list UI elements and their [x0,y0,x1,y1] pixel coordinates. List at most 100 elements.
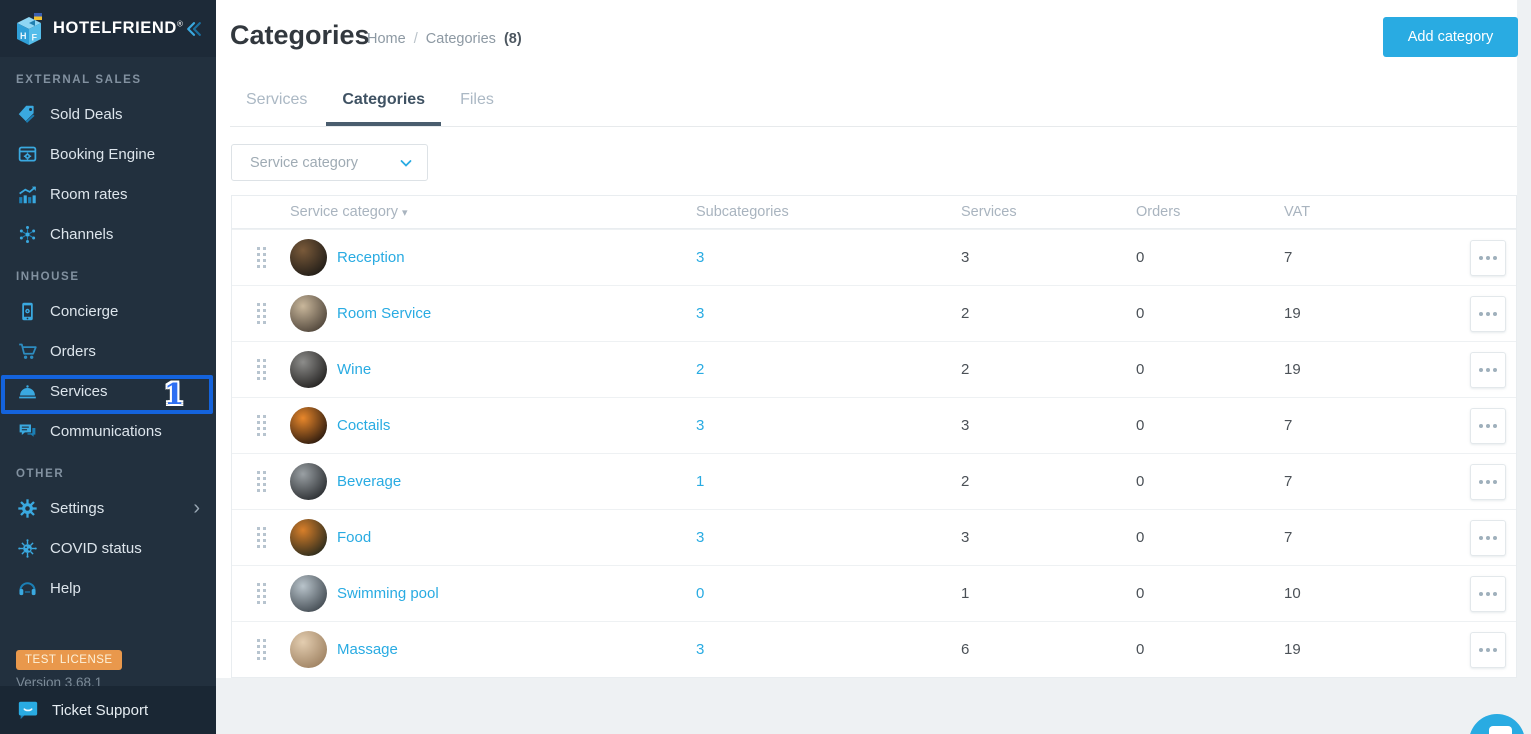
chevron-down-icon [399,156,413,170]
sidebar-item-covid-status[interactable]: COVID status [0,528,216,568]
logo-bar: H F HOTELFRIEND® [0,0,216,57]
sidebar-item-label: Sold Deals [50,105,123,123]
vat-value: 19 [1284,361,1301,378]
row-actions-ellipsis-button[interactable] [1470,295,1506,332]
table-row: Swimming pool 0 1 0 10 [232,565,1516,621]
subcategories-count-link[interactable]: 3 [696,529,961,546]
breadcrumb-separator: / [413,31,418,47]
page-title: Categories [230,20,370,50]
tab-bar: Services Categories Files [230,82,513,126]
drag-handle[interactable] [253,467,270,496]
vat-value: 19 [1284,641,1301,658]
ticket-support-label: Ticket Support [52,701,149,719]
orders-count: 0 [1136,529,1145,546]
sidebar-item-communications[interactable]: Communications [0,411,216,451]
category-avatar [290,463,327,500]
table-row: Massage 3 6 0 19 [232,621,1516,677]
sidebar: H F HOTELFRIEND® EXTERNAL SALES Sold Dea… [0,0,216,734]
sidebar-nav: EXTERNAL SALES Sold Deals Booking Engine… [0,74,216,608]
sidebar-item-label: Booking Engine [50,145,156,163]
category-avatar [290,575,327,612]
drag-handle[interactable] [253,243,270,272]
drag-handle[interactable] [253,299,270,328]
subcategories-count-link[interactable]: 1 [696,473,961,490]
sidebar-item-label: Channels [50,225,114,243]
subcategories-count-link[interactable]: 2 [696,361,961,378]
orders-count: 0 [1136,249,1145,266]
table-row: Room Service 3 2 0 19 [232,285,1516,341]
drag-handle[interactable] [253,523,270,552]
sidebar-item-services[interactable]: Services [0,371,216,411]
subcategories-count-link[interactable]: 3 [696,641,961,658]
categories-table: Service category ▾ Subcategories Services… [231,195,1517,678]
add-category-button[interactable]: Add category [1383,17,1518,57]
category-name-link[interactable]: Beverage [337,473,696,490]
sidebar-collapse-icon[interactable] [184,19,204,39]
breadcrumb-home-link[interactable]: Home [367,31,406,47]
sidebar-item-orders[interactable]: Orders [0,331,216,371]
svg-text:F: F [32,32,38,42]
chevron-right-icon[interactable]: › [193,498,200,518]
orders-count: 0 [1136,417,1145,434]
hotelfriend-cube-logo-icon: H F [14,12,44,45]
services-count: 1 [961,585,970,602]
logo-text: HOTELFRIEND [53,19,177,37]
subcategories-count-link[interactable]: 3 [696,305,961,322]
category-name-link[interactable]: Reception [337,249,696,266]
cart-icon [16,340,38,362]
sidebar-item-channels[interactable]: Channels [0,214,216,254]
chat-fab-button[interactable] [1469,714,1525,734]
row-actions-ellipsis-button[interactable] [1470,239,1506,276]
category-avatar [290,351,327,388]
vat-value: 7 [1284,529,1293,546]
row-actions-ellipsis-button[interactable] [1470,631,1506,668]
category-name-link[interactable]: Swimming pool [337,585,696,602]
ticket-support-button[interactable]: Ticket Support [0,686,216,734]
row-actions-ellipsis-button[interactable] [1470,575,1506,612]
category-name-link[interactable]: Wine [337,361,696,378]
sidebar-item-help[interactable]: Help [0,568,216,608]
services-count: 3 [961,529,970,546]
sidebar-item-concierge[interactable]: Concierge [0,291,216,331]
subcategories-count-link[interactable]: 0 [696,585,961,602]
column-header-vat: VAT [1284,204,1311,220]
tab-services[interactable]: Services [230,82,323,126]
subcategories-count-link[interactable]: 3 [696,249,961,266]
category-name-link[interactable]: Massage [337,641,696,658]
sidebar-item-sold-deals[interactable]: Sold Deals [0,94,216,134]
orders-count: 0 [1136,305,1145,322]
sidebar-item-settings[interactable]: Settings › [0,488,216,528]
row-actions-ellipsis-button[interactable] [1470,407,1506,444]
category-avatar [290,631,327,668]
category-avatar [290,407,327,444]
sidebar-item-booking-engine[interactable]: Booking Engine [0,134,216,174]
category-name-link[interactable]: Room Service [337,305,696,322]
vat-value: 10 [1284,585,1301,602]
drag-handle[interactable] [253,355,270,384]
drag-handle[interactable] [253,635,270,664]
booking-engine-icon [16,143,38,165]
tab-files[interactable]: Files [444,82,510,126]
tab-categories[interactable]: Categories [326,82,442,126]
sidebar-item-room-rates[interactable]: Room rates [0,174,216,214]
breadcrumb-current: Categories [425,31,496,47]
category-avatar [290,519,327,556]
sidebar-item-label: Communications [50,422,162,440]
vat-value: 19 [1284,305,1301,322]
vat-value: 7 [1284,473,1293,490]
row-actions-ellipsis-button[interactable] [1470,463,1506,500]
row-actions-ellipsis-button[interactable] [1470,351,1506,388]
subcategories-count-link[interactable]: 3 [696,417,961,434]
section-label-external-sales: EXTERNAL SALES [16,74,142,86]
filter-placeholder: Service category [250,154,358,171]
service-category-filter-dropdown[interactable]: Service category [231,144,428,181]
drag-handle[interactable] [253,579,270,608]
sidebar-item-label: COVID status [50,539,142,557]
vat-value: 7 [1284,417,1293,434]
drag-handle[interactable] [253,411,270,440]
row-actions-ellipsis-button[interactable] [1470,519,1506,556]
category-name-link[interactable]: Food [337,529,696,546]
category-name-link[interactable]: Coctails [337,417,696,434]
chat-bubble-icon [1489,726,1512,734]
column-header-service-category[interactable]: Service category ▾ [290,204,696,220]
